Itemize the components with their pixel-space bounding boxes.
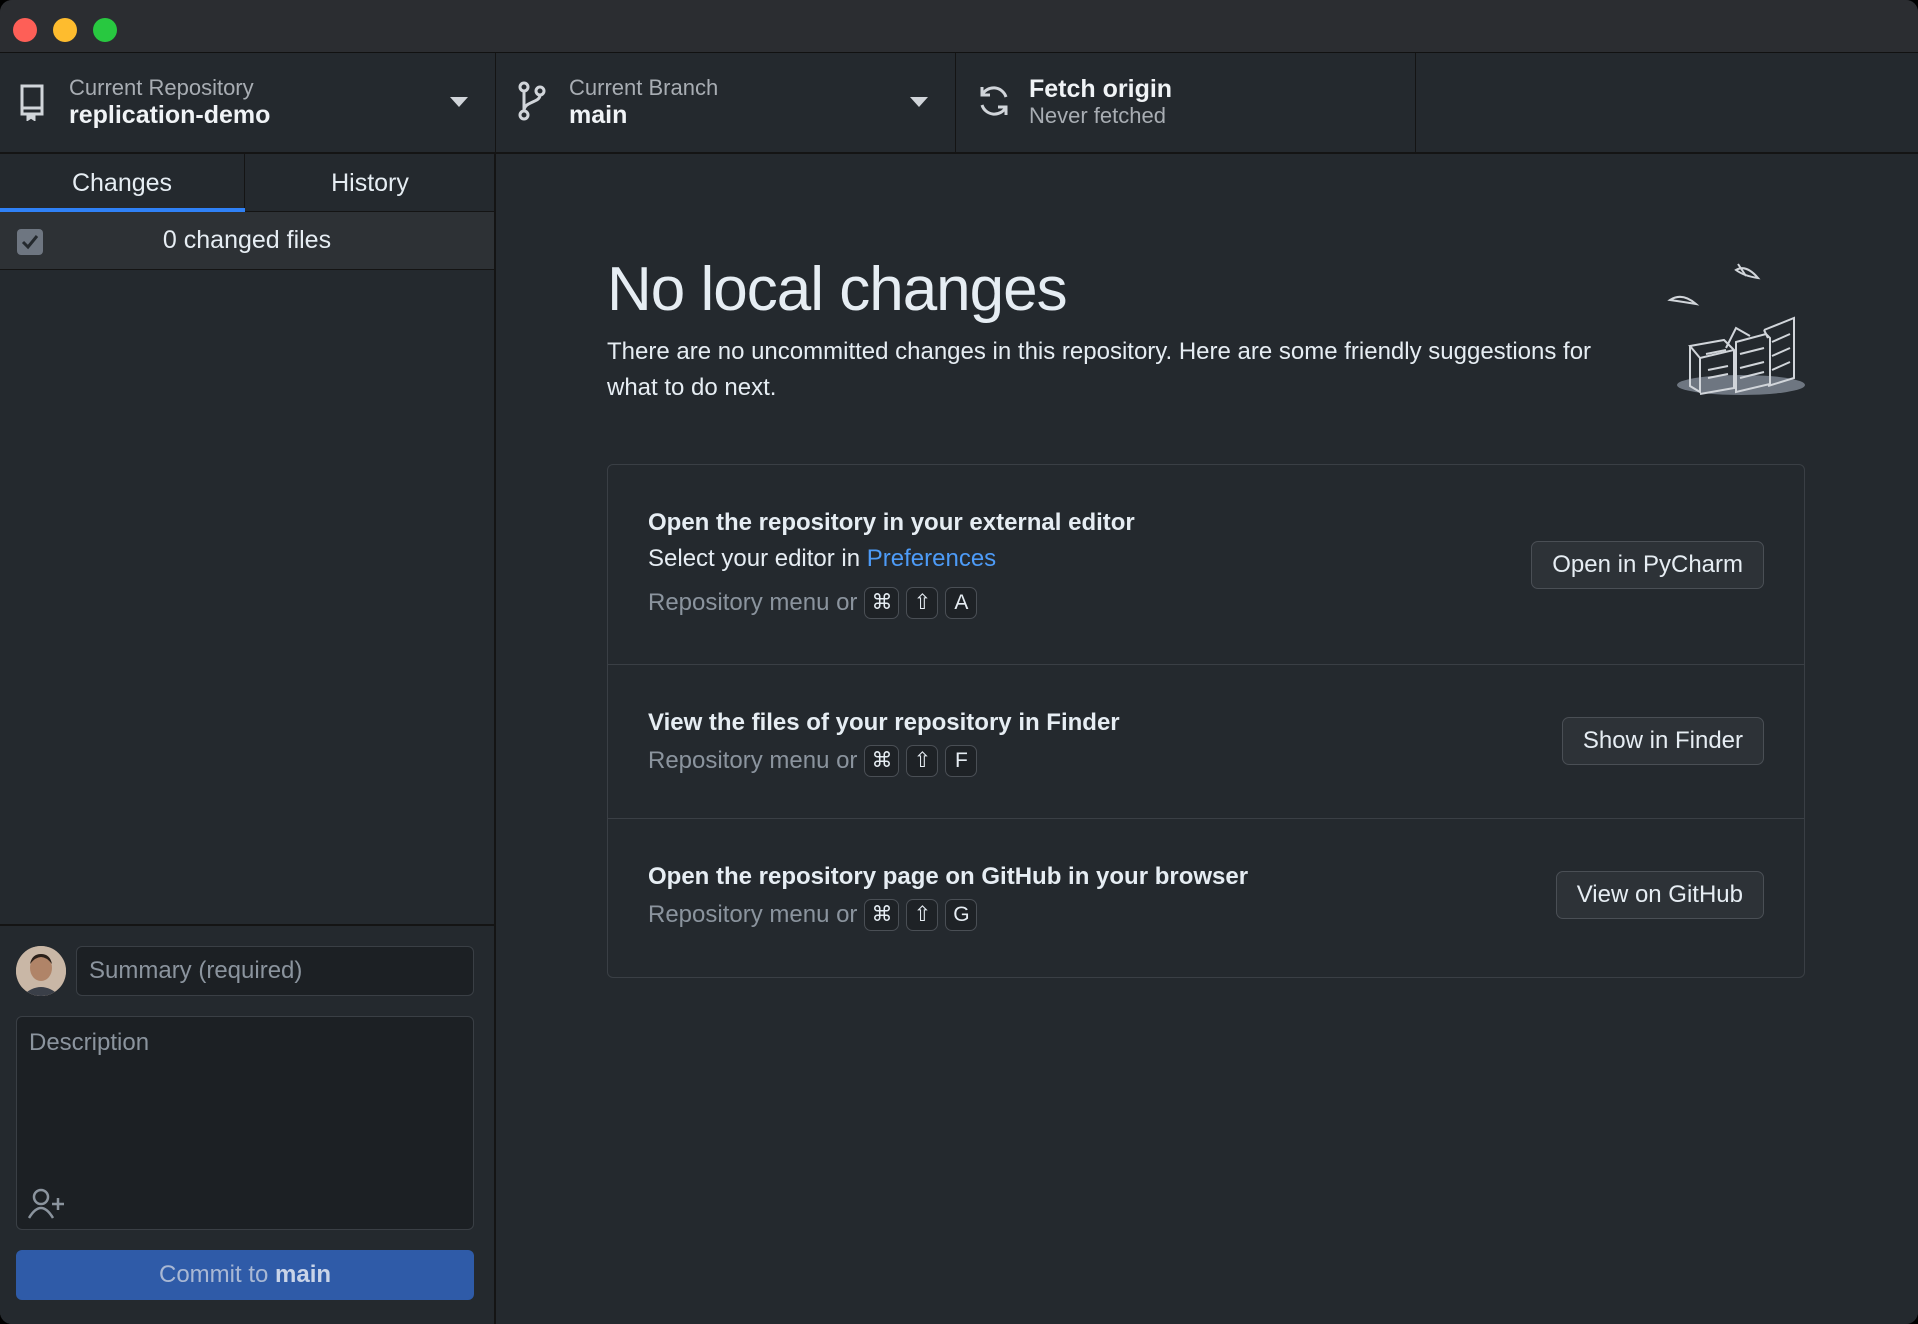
page-title: No local changes [607, 255, 1068, 324]
shortcut-hint-text: Repository menu or [648, 589, 858, 616]
commit-button-prefix: Commit to [158, 1261, 275, 1288]
current-branch-dropdown[interactable]: Current Branch main [496, 53, 956, 154]
command-key: ⌘ [864, 587, 900, 619]
zoom-window-button[interactable] [93, 18, 117, 42]
commit-button-branch: main [275, 1261, 332, 1288]
current-repository-value: replication-demo [69, 101, 271, 129]
suggestion-shortcut-hint: Repository menu or ⌘ ⇧ F [648, 745, 978, 777]
preferences-link[interactable]: Preferences [867, 545, 996, 572]
current-repository-label: Current Repository [69, 75, 254, 100]
command-key: ⌘ [864, 745, 900, 777]
repository-icon [18, 81, 58, 125]
chevron-down-icon [910, 97, 928, 107]
suggestion-description: Select your editor in Preferences [648, 545, 996, 573]
main-content: No local changes There are no uncommitte… [496, 154, 1918, 1324]
close-window-button[interactable] [13, 18, 37, 42]
tab-changes[interactable]: Changes [0, 154, 245, 212]
current-branch-label: Current Branch [569, 75, 719, 100]
view-on-github-button[interactable]: View on GitHub [1555, 871, 1764, 919]
sidebar: Changes History 0 changed files Summary … [0, 154, 496, 1324]
letter-key: F [945, 745, 978, 777]
shift-key: ⇧ [906, 899, 939, 931]
suggestions-list: Open the repository in your external edi… [607, 464, 1805, 978]
commit-form: Commit to main [0, 924, 494, 1324]
shift-key: ⇧ [906, 745, 939, 777]
sidebar-tabs: Changes History [0, 154, 494, 212]
changed-files-header: 0 changed files [0, 212, 494, 270]
suggestion-view-on-github: Open the repository page on GitHub in yo… [608, 819, 1804, 977]
empty-state-illustration [1666, 250, 1816, 400]
fetch-origin-status: Never fetched [1029, 103, 1166, 128]
open-in-editor-button[interactable]: Open in PyCharm [1531, 541, 1764, 589]
suggestion-shortcut-hint: Repository menu or ⌘ ⇧ G [648, 899, 978, 931]
tab-history[interactable]: History [246, 154, 494, 212]
letter-key: A [945, 587, 978, 619]
user-avatar [16, 946, 66, 996]
shortcut-hint-text: Repository menu or [648, 901, 858, 928]
fetch-origin-label: Fetch origin [1029, 75, 1173, 103]
suggestion-shortcut-hint: Repository menu or ⌘ ⇧ A [648, 587, 978, 619]
suggestion-description-text: Select your editor in [648, 545, 867, 572]
toolbar: Current Repository replication-demo Curr… [0, 53, 1918, 154]
command-key: ⌘ [864, 899, 900, 931]
suggestion-show-in-finder: View the files of your repository in Fin… [608, 665, 1804, 819]
page-subtitle: There are no uncommitted changes in this… [607, 338, 1592, 401]
letter-key: G [945, 899, 978, 931]
changed-files-count: 0 changed files [162, 226, 332, 254]
add-coauthor-icon[interactable] [27, 1188, 66, 1220]
shortcut-hint-text: Repository menu or [648, 747, 858, 774]
summary-input[interactable] [76, 946, 474, 996]
suggestion-title: View the files of your repository in Fin… [648, 709, 1120, 736]
sync-icon [976, 83, 1016, 127]
chevron-down-icon [450, 97, 468, 107]
commit-button[interactable]: Commit to main [16, 1250, 474, 1300]
description-input[interactable] [16, 1016, 474, 1230]
shift-key: ⇧ [906, 587, 939, 619]
title-bar [0, 0, 1918, 53]
suggestion-title: Open the repository page on GitHub in yo… [648, 863, 1249, 890]
show-in-finder-button[interactable]: Show in Finder [1561, 717, 1764, 765]
minimize-window-button[interactable] [53, 18, 77, 42]
app-window: Current Repository replication-demo Curr… [0, 0, 1918, 1324]
fetch-origin-button[interactable]: Fetch origin Never fetched [956, 53, 1416, 154]
suggestion-open-editor: Open the repository in your external edi… [608, 465, 1804, 665]
suggestion-title: Open the repository in your external edi… [648, 509, 1135, 536]
branch-icon [516, 81, 556, 125]
current-branch-value: main [569, 101, 628, 129]
current-repository-dropdown[interactable]: Current Repository replication-demo [0, 53, 496, 154]
